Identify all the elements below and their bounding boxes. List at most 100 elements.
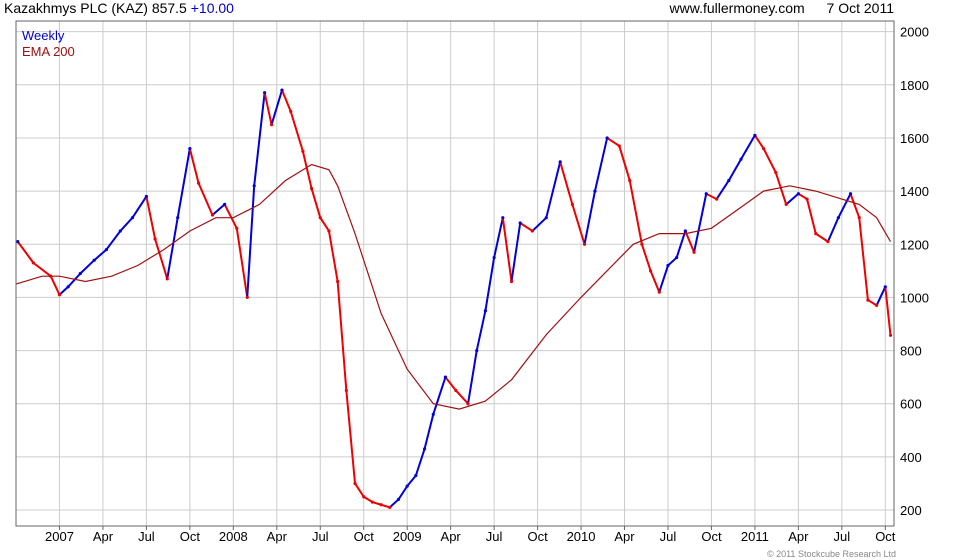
weekly-price-point — [269, 123, 274, 127]
weekly-price-point — [78, 271, 82, 276]
weekly-price-segment — [49, 275, 61, 296]
weekly-price-segment — [16, 240, 35, 264]
x-tick-label: 2008 — [219, 529, 248, 544]
plot-frame — [15, 20, 895, 527]
legend-weekly: Weekly — [22, 28, 65, 43]
weekly-price-segment — [593, 136, 609, 193]
weekly-price-point — [805, 197, 809, 201]
weekly-price-segment — [559, 160, 574, 206]
weekly-price-point — [353, 481, 357, 486]
weekly-price-segment — [253, 91, 266, 187]
weekly-price-segment — [414, 447, 426, 477]
weekly-price-point — [475, 348, 479, 353]
x-tick-label: Apr — [93, 529, 114, 544]
weekly-price-segment — [884, 285, 892, 337]
weekly-price-segment — [119, 216, 134, 232]
weekly-price-segment — [501, 216, 513, 283]
weekly-price-point — [118, 229, 122, 233]
y-tick-label: 800 — [900, 344, 922, 359]
weekly-price-segment — [571, 203, 586, 246]
weekly-price-segment — [484, 256, 496, 312]
weekly-price-point — [875, 303, 879, 307]
weekly-price-point — [104, 247, 109, 252]
y-tick-label: 400 — [900, 450, 922, 465]
weekly-price-point — [336, 279, 340, 284]
weekly-price-point — [628, 178, 632, 183]
weekly-price-segment — [454, 389, 470, 405]
weekly-price-segment — [423, 413, 435, 450]
weekly-price-segment — [32, 261, 52, 278]
x-tick-label: 2007 — [45, 529, 74, 544]
weekly-price-point — [848, 192, 853, 196]
weekly-price-point — [144, 194, 148, 199]
weekly-price-point — [492, 255, 496, 260]
weekly-price-point — [648, 269, 653, 273]
weekly-price-segment — [826, 216, 840, 243]
weekly-price-segment — [849, 192, 861, 219]
weekly-price-point — [544, 216, 548, 220]
weekly-price-segment — [715, 179, 730, 201]
weekly-price-segment — [79, 259, 96, 275]
x-tick-label: Oct — [875, 529, 896, 544]
weekly-price-segment — [510, 222, 522, 283]
weekly-price-segment — [583, 190, 596, 246]
weekly-price-segment — [345, 389, 357, 485]
weekly-price-point — [501, 216, 505, 220]
weekly-price-point — [582, 242, 587, 246]
weekly-price-point — [301, 149, 305, 153]
x-tick-label: Apr — [614, 529, 635, 544]
weekly-price-segment — [693, 192, 708, 254]
weekly-price-point — [715, 197, 719, 201]
weekly-price-segment — [740, 134, 756, 161]
weekly-price-point — [153, 237, 157, 241]
weekly-price-segment — [58, 285, 70, 296]
weekly-price-point — [483, 309, 488, 313]
legend-ema: EMA 200 — [22, 44, 75, 59]
weekly-price-point — [857, 216, 861, 220]
weekly-price-segment — [684, 229, 696, 254]
weekly-price-segment — [301, 150, 313, 190]
weekly-price-segment — [785, 192, 800, 206]
weekly-price-point — [422, 447, 427, 451]
weekly-price-segment — [519, 222, 534, 232]
weekly-price-segment — [658, 264, 669, 294]
x-tick-label: 2011 — [741, 529, 769, 544]
weekly-price-segment — [531, 216, 548, 232]
weekly-price-segment — [145, 195, 157, 240]
y-tick-label: 1200 — [900, 237, 929, 252]
x-tick-label: Jul — [660, 529, 677, 544]
weekly-price-segment — [211, 203, 226, 217]
weekly-price-segment — [105, 229, 122, 251]
weekly-price-point — [344, 388, 348, 393]
x-tick-label: Jul — [486, 529, 503, 544]
weekly-price-segment — [354, 482, 365, 498]
weekly-price-segment — [397, 485, 409, 501]
y-tick-label: 1400 — [900, 184, 929, 199]
weekly-price-segment — [310, 187, 322, 219]
weekly-price-point — [753, 133, 757, 137]
weekly-price-point — [530, 229, 534, 233]
weekly-price-point — [379, 503, 383, 507]
x-tick-label: Jul — [138, 529, 155, 544]
weekly-price-segment — [640, 243, 652, 272]
weekly-price-point — [263, 91, 267, 95]
weekly-price-segment — [762, 147, 777, 174]
weekly-price-point — [657, 290, 661, 294]
weekly-price-segment — [319, 216, 330, 232]
weekly-price-segment — [814, 232, 829, 243]
weekly-price-point — [289, 109, 293, 113]
x-tick-label: Jul — [312, 529, 329, 544]
weekly-price-point — [188, 146, 192, 151]
weekly-price-segment — [263, 91, 273, 126]
weekly-price-point — [309, 186, 314, 191]
weekly-price-point — [405, 484, 409, 488]
weekly-price-point — [252, 184, 256, 188]
weekly-price-point — [370, 500, 375, 504]
weekly-price-point — [130, 216, 135, 220]
weekly-price-segment — [93, 248, 108, 262]
weekly-price-segment — [197, 182, 214, 217]
weekly-price-segment — [666, 256, 678, 267]
weekly-price-segment — [875, 285, 887, 307]
weekly-price-point — [727, 178, 731, 183]
weekly-price-segment — [246, 184, 256, 299]
